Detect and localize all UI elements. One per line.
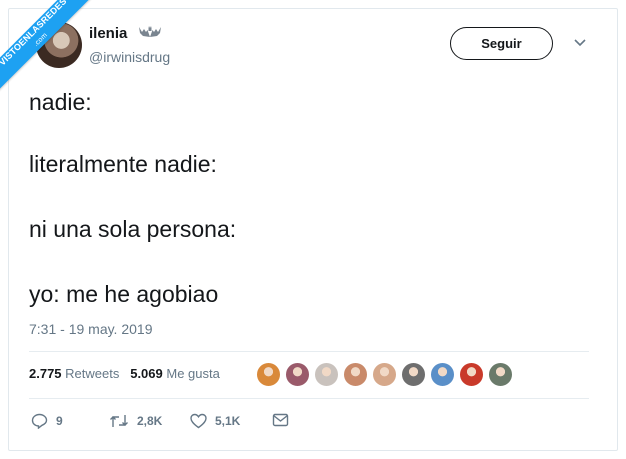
tweet-line: ni una sola persona:	[29, 216, 237, 242]
bat-icon	[139, 26, 161, 37]
watermark: VISTOENLASREDES .com	[0, 0, 110, 110]
liker-avatar[interactable]	[314, 362, 339, 387]
liker-avatar[interactable]	[285, 362, 310, 387]
retweets-label[interactable]: Retweets	[65, 366, 119, 381]
reply-action[interactable]: 9	[31, 413, 63, 429]
chevron-down-icon[interactable]	[573, 38, 587, 48]
reply-icon	[31, 413, 48, 429]
likes-label[interactable]: Me gusta	[166, 366, 219, 381]
liker-avatar[interactable]	[343, 362, 368, 387]
envelope-icon	[272, 413, 289, 427]
watermark-text: VISTOENLASREDES	[0, 0, 69, 68]
retweet-icon	[110, 415, 128, 427]
tweet-line: yo: me he agobiao	[29, 281, 219, 307]
divider	[29, 398, 589, 399]
watermark-ribbon: VISTOENLASREDES .com	[0, 0, 98, 97]
retweets-count[interactable]: 2.775	[29, 366, 62, 381]
reply-count: 9	[56, 414, 63, 428]
tweet-stats: 2.775 Retweets 5.069 Me gusta	[29, 366, 220, 381]
likes-count[interactable]: 5.069	[130, 366, 163, 381]
retweet-action[interactable]: 2,8K	[109, 413, 162, 429]
tweet-line: literalmente nadie:	[29, 151, 217, 177]
tweet-timestamp[interactable]: 7:31 - 19 may. 2019	[29, 321, 152, 337]
liker-avatar[interactable]	[372, 362, 397, 387]
follow-button[interactable]: Seguir	[450, 27, 553, 60]
message-action[interactable]	[272, 413, 297, 427]
retweet-count: 2,8K	[137, 414, 163, 428]
heart-icon	[190, 413, 207, 429]
like-count: 5,1K	[215, 414, 241, 428]
liker-avatar[interactable]	[256, 362, 281, 387]
liker-avatar[interactable]	[401, 362, 426, 387]
liker-avatar[interactable]	[430, 362, 455, 387]
divider	[29, 351, 589, 352]
like-action[interactable]: 5,1K	[190, 413, 240, 429]
liker-avatar[interactable]	[459, 362, 484, 387]
liker-avatar[interactable]	[488, 362, 513, 387]
